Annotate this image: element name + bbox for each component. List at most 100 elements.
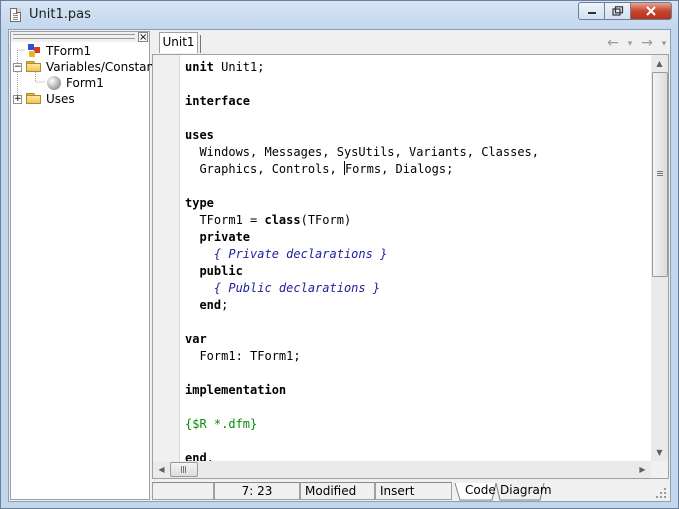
chevron-down-icon[interactable]: ▾ [625, 35, 635, 53]
code-line[interactable] [185, 365, 645, 382]
code-keyword: unit [185, 60, 214, 74]
insert-mode-indicator: Insert [375, 482, 452, 500]
code-token: Form1: TForm1; [185, 349, 301, 363]
code-keyword: interface [185, 94, 251, 108]
code-line[interactable]: Windows, Messages, SysUtils, Variants, C… [185, 144, 645, 161]
code-keyword: var [185, 332, 207, 346]
code-comment: { Public declarations } [213, 281, 381, 295]
scroll-right-icon[interactable]: ▶ [634, 461, 651, 478]
code-line[interactable] [185, 433, 645, 450]
code-line[interactable]: uses [185, 127, 645, 144]
code-line[interactable] [185, 178, 645, 195]
title-bar[interactable]: Unit1.pas [1, 1, 678, 29]
code-line[interactable]: { Private declarations } [185, 246, 645, 263]
maximize-button[interactable] [604, 2, 630, 20]
code-line[interactable] [185, 314, 645, 331]
code-token: . [206, 451, 214, 461]
tree-item-tform1[interactable]: TForm1 [26, 43, 91, 59]
code-keyword: implementation [185, 383, 287, 397]
code-editor[interactable]: unit Unit1; interface uses Windows, Messag… [152, 54, 669, 479]
tree-item-uses[interactable]: + Uses [13, 91, 75, 107]
window-title: Unit1.pas [29, 7, 91, 22]
code-line[interactable]: public [185, 263, 645, 280]
code-token: Windows, Messages, SysUtils, Variants, C… [185, 145, 540, 159]
code-line[interactable] [185, 110, 645, 127]
forward-arrow-icon[interactable]: → [637, 35, 657, 53]
resize-grip-icon[interactable] [655, 487, 667, 499]
code-line[interactable]: { Public declarations } [185, 280, 645, 297]
code-token: (TForm) [300, 213, 352, 227]
modified-indicator: Modified [300, 482, 375, 500]
back-arrow-icon[interactable]: ← [603, 35, 623, 53]
class-icon [26, 44, 42, 58]
tree-close-button[interactable]: × [138, 32, 148, 43]
code-text[interactable]: unit Unit1; interface uses Windows, Messag… [185, 59, 645, 461]
navigation-arrows: ← ▾ → ▾ [603, 35, 669, 53]
code-line[interactable]: end. [185, 450, 645, 461]
tree-item-label: Variables/Constants [46, 60, 166, 74]
minimize-icon [587, 12, 596, 14]
scroll-down-icon[interactable]: ▼ [651, 444, 668, 461]
tree-item-label: TForm1 [46, 44, 92, 58]
code-line[interactable]: end; [185, 297, 645, 314]
code-line[interactable]: private [185, 229, 645, 246]
code-token: ; [221, 298, 229, 312]
code-line[interactable]: implementation [185, 382, 645, 399]
code-directive: {$R *.dfm} [185, 417, 258, 431]
structure-tree[interactable]: × TForm1 − Variables/Constants Form1 + U… [10, 31, 165, 500]
code-line[interactable]: var [185, 331, 645, 348]
code-line[interactable] [185, 76, 645, 93]
tree-item-label: Uses [46, 92, 75, 106]
expand-icon[interactable]: + [13, 94, 22, 104]
client-area: × TForm1 − Variables/Constants Form1 + U… [8, 29, 671, 502]
vertical-scroll-thumb[interactable] [652, 72, 668, 277]
close-icon [646, 6, 656, 16]
scroll-left-icon[interactable]: ◀ [153, 461, 170, 478]
code-keyword: class [264, 213, 301, 227]
code-line[interactable]: type [185, 195, 645, 212]
tab-unit1[interactable]: Unit1 [159, 32, 201, 53]
code-keyword: private [199, 230, 251, 244]
code-token: TForm1 = [185, 213, 265, 227]
code-token: Forms, Dialogs; [344, 162, 454, 176]
code-keyword: end [185, 451, 207, 461]
code-line[interactable]: unit Unit1; [185, 59, 645, 76]
vertical-scrollbar[interactable]: ▲ ▼ [651, 55, 668, 461]
horizontal-scrollbar[interactable]: ◀ ▶ [153, 461, 651, 478]
scroll-corner [651, 461, 668, 478]
maximize-icon [611, 6, 623, 16]
folder-icon [26, 93, 42, 105]
code-token: Unit1; [213, 60, 265, 74]
tree-item-label: Form1 [66, 76, 104, 90]
minimize-button[interactable] [578, 2, 604, 20]
status-bar: 7: 23 Modified Insert Code Diagram [152, 481, 669, 501]
folder-icon [26, 61, 42, 73]
tree-item-form1[interactable]: Form1 [47, 75, 104, 91]
tree-item-variables-constants[interactable]: − Variables/Constants [13, 59, 165, 75]
code-keyword: uses [185, 128, 214, 142]
tab-code[interactable]: Code [465, 482, 496, 500]
close-button[interactable] [630, 2, 672, 20]
code-line[interactable]: Graphics, Controls, Forms, Dialogs; [185, 161, 645, 178]
scroll-up-icon[interactable]: ▲ [651, 55, 668, 72]
code-line[interactable] [185, 399, 645, 416]
horizontal-scroll-thumb[interactable] [170, 462, 198, 477]
status-spacer [152, 482, 214, 500]
code-line[interactable]: {$R *.dfm} [185, 416, 645, 433]
document-icon [10, 8, 21, 22]
app-window: Unit1.pas × TForm1 − Variables/Constants… [0, 0, 679, 509]
collapse-icon[interactable]: − [13, 62, 22, 72]
code-line[interactable]: Form1: TForm1; [185, 348, 645, 365]
tab-diagram[interactable]: Diagram [500, 482, 552, 500]
code-line[interactable]: TForm1 = class(TForm) [185, 212, 645, 229]
code-token: Graphics, Controls, [185, 162, 344, 176]
editor-gutter[interactable] [153, 55, 180, 461]
code-line[interactable]: interface [185, 93, 645, 110]
chevron-down-icon[interactable]: ▾ [659, 35, 669, 53]
caption-buttons [578, 2, 672, 21]
